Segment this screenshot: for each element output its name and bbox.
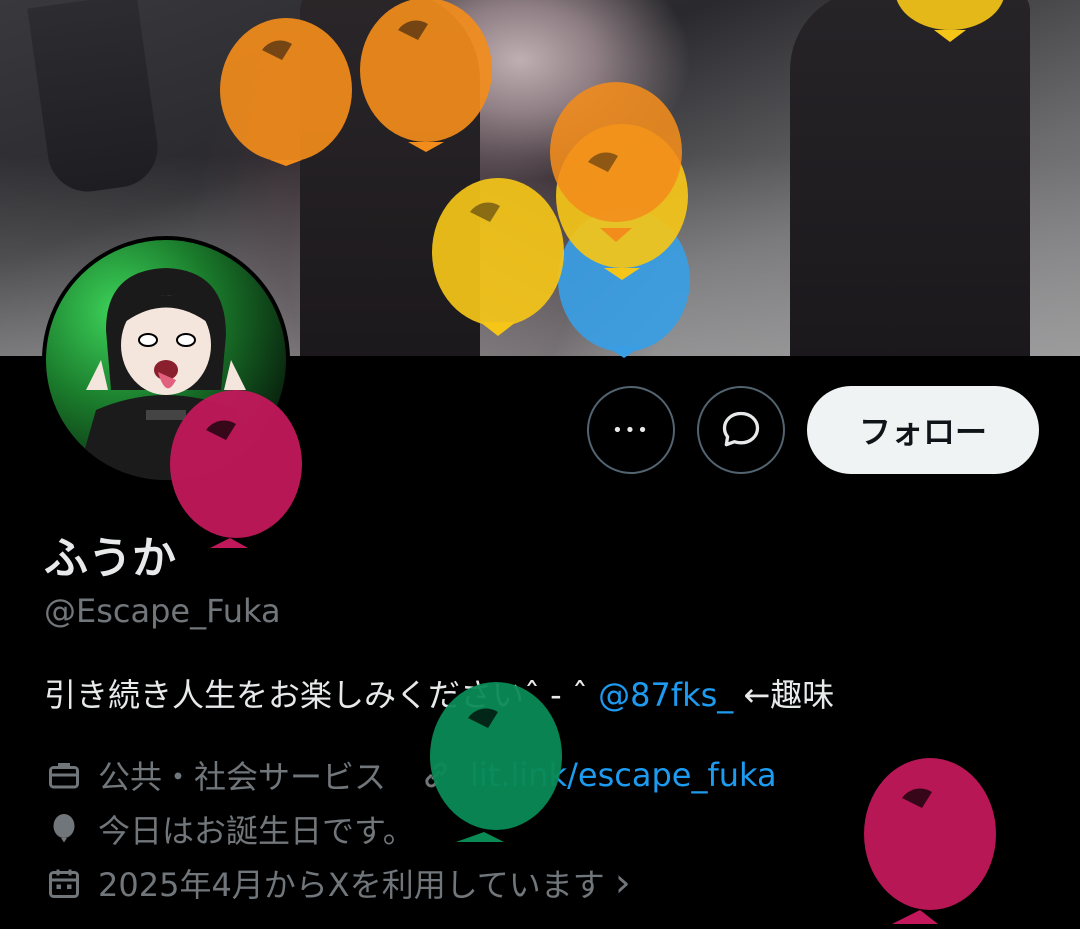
location-text: 今日はお誕生日です。 [98,812,415,850]
banner-figure-right [790,0,1030,356]
bio-text: 引き続き人生をお楽しみくださいˆ - ˆ [44,676,588,714]
follow-button[interactable]: フォロー [807,386,1039,474]
briefcase-icon [44,755,84,795]
profile-meta-category-website: 公共・社会サービス lit.link/escape_fuka [44,752,777,798]
profile-meta-location: 今日はお誕生日です。 [44,806,415,852]
message-button[interactable] [697,386,785,474]
bio: 引き続き人生をお楽しみくださいˆ - ˆ @87fks_ ←趣味 [44,670,834,716]
more-button[interactable]: ••• [587,386,675,474]
message-icon [722,411,760,447]
bio-mention-link[interactable]: @87fks_ [598,676,733,714]
handle: @Escape_Fuka [44,592,281,630]
profile-meta-joined[interactable]: 2025年4月からXを利用しています › [44,860,631,906]
banner-figure-center [300,0,480,356]
display-name: ふうか [44,533,176,584]
bio-suffix: ←趣味 [743,676,835,714]
avatar[interactable] [42,236,290,484]
joined-text: 2025年4月からXを利用しています [98,866,605,904]
avatar-illustration [76,268,256,480]
category-text: 公共・社会サービス [98,758,387,796]
chevron-right-icon: › [614,860,631,906]
balloon-pink-2 [864,758,996,924]
more-icon: ••• [612,419,650,441]
calendar-icon [44,863,84,903]
link-icon [416,755,456,795]
balloon-icon [44,809,84,849]
website-link[interactable]: lit.link/escape_fuka [470,756,777,794]
